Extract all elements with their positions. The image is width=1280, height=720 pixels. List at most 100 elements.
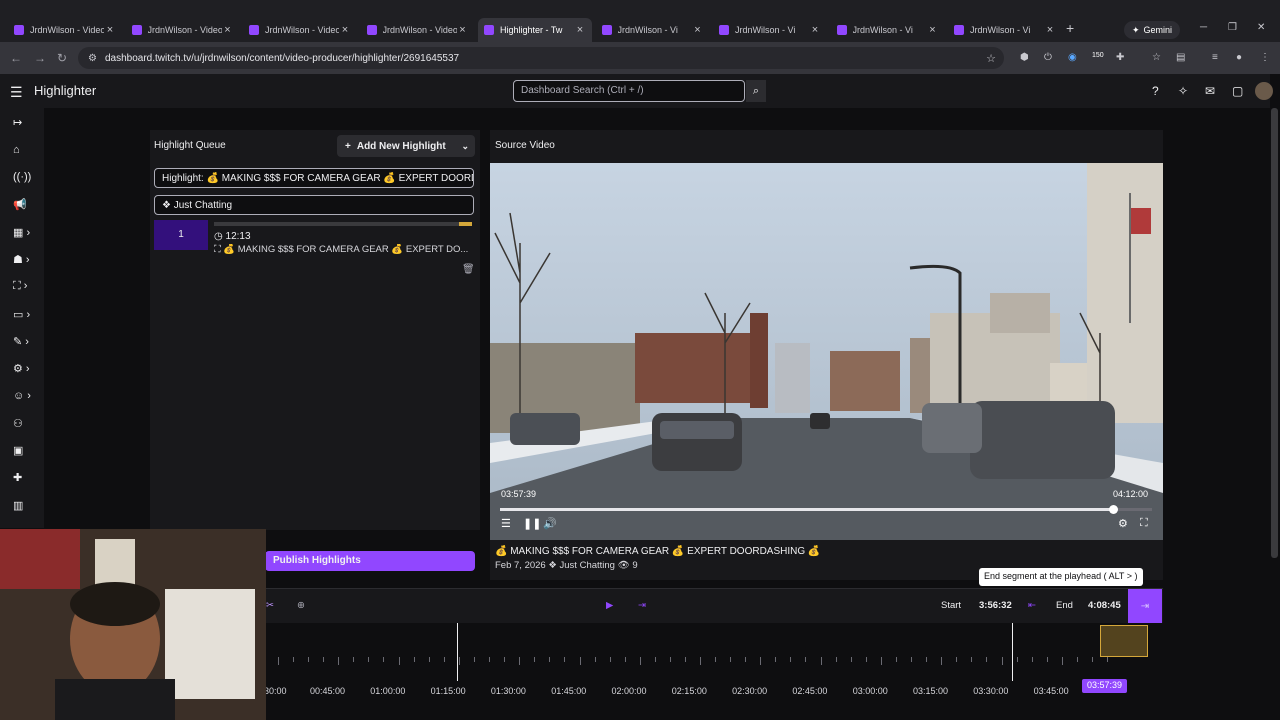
publish-highlights-button[interactable]: Publish Highlights	[265, 551, 475, 571]
home-icon[interactable]: ⌂	[13, 144, 20, 156]
close-window-icon[interactable]: ✕	[1257, 22, 1265, 33]
close-tab-icon[interactable]: ×	[574, 24, 586, 36]
timeline-tick	[911, 657, 912, 662]
camera-icon[interactable]: ▣	[13, 444, 23, 457]
restore-icon[interactable]: ❐	[1228, 22, 1237, 33]
new-tab-button[interactable]: +	[1066, 20, 1074, 36]
power-icon[interactable]: ⏻	[1044, 52, 1052, 63]
close-tab-icon[interactable]: ×	[339, 24, 351, 36]
playhead-label[interactable]: 03:57:39	[1082, 679, 1128, 693]
volume-icon[interactable]: 🔊	[543, 517, 557, 530]
trash-icon[interactable]: 🗑	[462, 264, 475, 275]
search-input[interactable]: Dashboard Search (Ctrl + /)	[513, 80, 745, 102]
mail-icon[interactable]: ✉	[1205, 84, 1215, 98]
help-icon[interactable]: ?	[1152, 84, 1159, 98]
add-new-highlight-button[interactable]: + Add New Highlight ⌄	[337, 135, 475, 157]
community-icon[interactable]: ☗ ›	[13, 253, 30, 266]
stream-icon[interactable]: ▭ ›	[13, 308, 30, 321]
book-icon[interactable]: ▥	[13, 499, 23, 512]
timeline-tick	[684, 657, 686, 662]
brush-icon[interactable]: ✎ ›	[13, 335, 29, 348]
hamburger-menu-icon[interactable]: ☰	[10, 84, 23, 101]
close-tab-icon[interactable]: ×	[692, 24, 704, 36]
radio-icon[interactable]: ◉	[1068, 52, 1077, 63]
end-value[interactable]: 4:08:45	[1088, 600, 1121, 611]
bookmark-star-icon[interactable]: ☆	[986, 52, 996, 65]
menu-icon[interactable]: ⋮	[1260, 52, 1270, 63]
browser-tab[interactable]: JrdnWilson - Vi ×	[831, 18, 945, 42]
highlight-title-field[interactable]: Highlight: 💰 MAKING $$$ FOR CAMERA GEAR …	[154, 168, 474, 188]
playlist-icon[interactable]: ☰	[501, 517, 511, 530]
start-value[interactable]: 3:56:32	[979, 600, 1012, 611]
browser-tab-active[interactable]: Highlighter - Tw ×	[478, 18, 592, 42]
gemini-button[interactable]: ✦ Gemini	[1124, 21, 1181, 39]
pause-icon[interactable]: ❚❚	[523, 517, 541, 530]
timeline-tick	[624, 657, 626, 662]
minimize-icon[interactable]: ─	[1200, 22, 1207, 33]
extension-icon[interactable]: ⬢	[1020, 52, 1029, 63]
page-scrollbar[interactable]	[1271, 108, 1278, 558]
url-field[interactable]: ⚙ dashboard.twitch.tv/u/jrdnwilson/conte…	[78, 47, 1004, 69]
close-tab-icon[interactable]: ×	[104, 24, 116, 36]
category-text: Just Chatting	[173, 200, 233, 211]
megaphone-icon[interactable]: 📢	[13, 198, 27, 211]
timeline-tick	[941, 657, 943, 665]
avatar[interactable]	[1255, 82, 1273, 100]
back-icon[interactable]: ←	[10, 51, 22, 65]
forward-icon[interactable]: →	[34, 51, 46, 65]
timeline-track[interactable]: 30:00 00:45:00 01:00:00 01:15:00 01:30:00 01:…	[264, 623, 1270, 703]
settings-icon[interactable]: ⚙	[1118, 517, 1128, 530]
queue-clip-item[interactable]: 1 ◷ 12:13 ⛶ 💰 MAKING $$$ FOR CAMERA GEAR…	[154, 220, 475, 276]
end-segment-button[interactable]: ⇥	[1128, 589, 1162, 624]
selected-segment[interactable]	[1100, 625, 1148, 657]
profile-icon[interactable]: ●	[1236, 52, 1242, 63]
add-user-icon[interactable]: ⚇	[13, 417, 23, 430]
browser-tab-bar: JrdnWilson - Video × JrdnWilson - Video × Jr…	[0, 0, 1280, 42]
chevron-down-icon[interactable]: ⌄	[461, 141, 469, 152]
expand-icon[interactable]: ↦	[13, 116, 22, 129]
twitch-icon	[954, 25, 964, 35]
sparkle-icon[interactable]: ✧	[1178, 84, 1188, 98]
video-player[interactable]	[490, 163, 1163, 540]
puzzle-icon[interactable]: ✚	[1116, 52, 1124, 63]
site-info-icon[interactable]: ⚙	[88, 53, 97, 64]
timeline-tick	[473, 657, 475, 662]
chat-icon[interactable]: ▢	[1232, 84, 1243, 98]
tab-label: JrdnWilson - Video	[382, 25, 457, 35]
fullscreen-icon[interactable]: ⛶	[1140, 517, 1148, 530]
download-icon[interactable]: ≡	[1212, 52, 1218, 63]
browser-tab[interactable]: JrdnWilson - Vi ×	[713, 18, 827, 42]
close-tab-icon[interactable]: ×	[222, 24, 234, 36]
video-meta: Feb 7, 2026 ❖ Just Chatting 👁 9	[495, 560, 638, 571]
add-circle-icon[interactable]: ⊕	[297, 600, 305, 611]
close-tab-icon[interactable]: ×	[457, 24, 469, 36]
analytics-icon[interactable]: ▦ ›	[13, 226, 30, 239]
reload-icon[interactable]: ↻	[57, 51, 67, 65]
jump-end-icon[interactable]: ⇥	[638, 600, 646, 611]
scrubber-handle[interactable]	[1108, 505, 1118, 514]
scissors-icon[interactable]: ✂	[266, 600, 274, 611]
browser-tab[interactable]: JrdnWilson - Video ×	[126, 18, 240, 42]
search-icon[interactable]: ⌕	[746, 80, 766, 102]
video-scrubber[interactable]	[500, 505, 1152, 514]
browser-tab[interactable]: JrdnWilson - Video ×	[8, 18, 122, 42]
close-tab-icon[interactable]: ×	[809, 24, 821, 36]
content-icon[interactable]: ⛶ ›	[13, 280, 27, 293]
close-tab-icon[interactable]: ×	[1044, 24, 1056, 36]
category-field[interactable]: ❖ Just Chatting	[154, 195, 474, 215]
browser-tab[interactable]: JrdnWilson - Vi ×	[596, 18, 710, 42]
close-tab-icon[interactable]: ×	[927, 24, 939, 36]
browser-tab[interactable]: JrdnWilson - Video ×	[243, 18, 357, 42]
viewer-icon[interactable]: ☺ ›	[13, 390, 31, 402]
extension-badge[interactable]: 150	[1092, 52, 1104, 59]
browser-tab[interactable]: JrdnWilson - Video ×	[361, 18, 475, 42]
bookmark-icon[interactable]: ☆	[1152, 52, 1161, 63]
timeline-tick	[805, 657, 807, 662]
broadcast-icon[interactable]: ((·))	[13, 171, 31, 183]
settings-icon[interactable]: ⚙ ›	[13, 362, 30, 375]
puzzle-icon[interactable]: ✚	[13, 471, 22, 484]
sidepanel-icon[interactable]: ▤	[1176, 52, 1185, 63]
set-start-icon[interactable]: ⇤	[1028, 600, 1036, 611]
browser-tab[interactable]: JrdnWilson - Vi ×	[948, 18, 1062, 42]
play-icon[interactable]: ▶	[606, 600, 613, 611]
